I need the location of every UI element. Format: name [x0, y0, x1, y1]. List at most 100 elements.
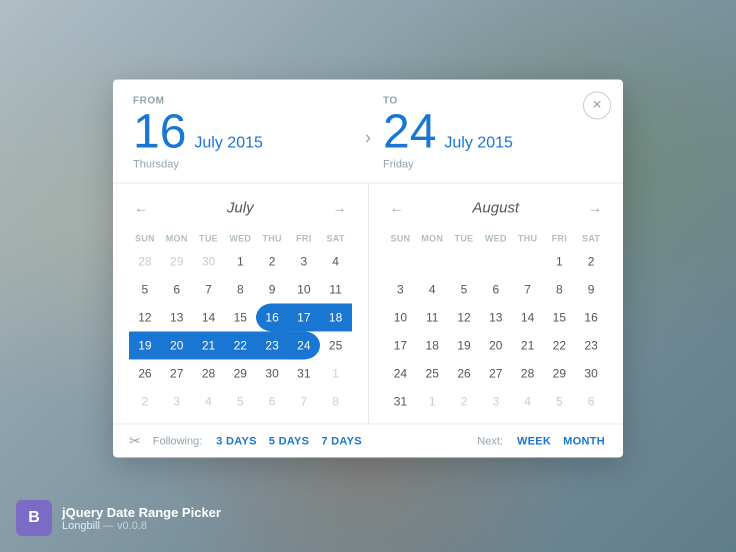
calendar-day[interactable]: 23 [575, 331, 607, 359]
calendar-day[interactable]: 3 [480, 387, 512, 415]
calendar-day[interactable]: 25 [416, 359, 448, 387]
calendar-day[interactable]: 27 [161, 359, 193, 387]
day-header: THU [512, 231, 544, 247]
calendar-day[interactable]: 12 [448, 303, 480, 331]
calendar-day[interactable]: 14 [193, 303, 225, 331]
calendar-day[interactable]: 4 [193, 387, 225, 415]
calendar-day[interactable]: 20 [480, 331, 512, 359]
calendar-day[interactable]: 28 [129, 247, 161, 275]
calendar-day[interactable]: 25 [320, 331, 352, 359]
calendar-day[interactable]: 11 [416, 303, 448, 331]
calendar-day[interactable] [512, 247, 544, 275]
calendar-day[interactable]: 1 [320, 359, 352, 387]
calendar-day[interactable]: 1 [543, 247, 575, 275]
calendar-day[interactable]: 11 [320, 275, 352, 303]
calendar-day[interactable] [416, 247, 448, 275]
july-next-button[interactable]: → [328, 195, 352, 219]
5days-button[interactable]: 5 DAYS [267, 435, 312, 447]
july-prev-button[interactable]: ← [129, 195, 153, 219]
day-header: FRI [288, 231, 320, 247]
calendar-day[interactable]: 13 [480, 303, 512, 331]
calendar-day[interactable]: 16 [575, 303, 607, 331]
week-button[interactable]: WEEK [515, 435, 553, 447]
calendar-day[interactable]: 20 [161, 331, 193, 359]
august-next-button[interactable]: → [583, 195, 607, 219]
calendar-day[interactable]: 21 [512, 331, 544, 359]
calendar-day[interactable]: 16 [256, 303, 288, 331]
calendar-day[interactable]: 23 [256, 331, 288, 359]
calendar-day[interactable]: 12 [129, 303, 161, 331]
calendar-day[interactable]: 5 [224, 387, 256, 415]
calendar-day[interactable]: 17 [288, 303, 320, 331]
calendar-day[interactable]: 15 [224, 303, 256, 331]
calendar-day[interactable]: 15 [543, 303, 575, 331]
calendar-day[interactable]: 8 [224, 275, 256, 303]
calendar-day[interactable]: 5 [448, 275, 480, 303]
calendar-day[interactable]: 30 [256, 359, 288, 387]
day-header: TUE [448, 231, 480, 247]
calendar-day[interactable]: 22 [224, 331, 256, 359]
calendar-day[interactable]: 6 [575, 387, 607, 415]
calendar-day[interactable]: 30 [193, 247, 225, 275]
calendar-day[interactable]: 9 [575, 275, 607, 303]
calendar-day[interactable]: 10 [385, 303, 417, 331]
calendar-day[interactable]: 21 [193, 331, 225, 359]
calendar-day[interactable]: 4 [512, 387, 544, 415]
calendar-day[interactable]: 6 [480, 275, 512, 303]
calendar-day[interactable] [480, 247, 512, 275]
calendar-day[interactable]: 24 [385, 359, 417, 387]
august-prev-button[interactable]: ← [385, 195, 409, 219]
month-button[interactable]: MONTH [561, 435, 607, 447]
calendar-day[interactable]: 18 [320, 303, 352, 331]
calendar-day[interactable]: 1 [224, 247, 256, 275]
day-header: MON [161, 231, 193, 247]
calendar-day[interactable]: 30 [575, 359, 607, 387]
calendar-day[interactable]: 8 [543, 275, 575, 303]
calendar-day[interactable]: 13 [161, 303, 193, 331]
calendar-day[interactable]: 3 [385, 275, 417, 303]
calendar-day[interactable]: 5 [129, 275, 161, 303]
calendar-day[interactable]: 28 [193, 359, 225, 387]
calendar-day[interactable]: 4 [320, 247, 352, 275]
calendar-day[interactable]: 10 [288, 275, 320, 303]
calendar-day[interactable]: 26 [129, 359, 161, 387]
calendar-day[interactable]: 3 [288, 247, 320, 275]
calendar-day[interactable]: 2 [129, 387, 161, 415]
calendar-day[interactable]: 26 [448, 359, 480, 387]
calendar-day[interactable]: 31 [385, 387, 417, 415]
calendar-day[interactable]: 3 [161, 387, 193, 415]
calendar-day[interactable]: 8 [320, 387, 352, 415]
calendar-day[interactable]: 17 [385, 331, 417, 359]
calendar-day[interactable]: 22 [543, 331, 575, 359]
calendar-day[interactable]: 2 [575, 247, 607, 275]
calendar-day[interactable]: 27 [480, 359, 512, 387]
calendar-day[interactable] [448, 247, 480, 275]
calendar-day[interactable]: 14 [512, 303, 544, 331]
calendars-container: ← July → SUNMONTUEWEDTHUFRISAT 282930123… [113, 183, 623, 423]
calendar-day[interactable]: 19 [448, 331, 480, 359]
calendar-day[interactable]: 29 [161, 247, 193, 275]
calendar-day[interactable]: 6 [161, 275, 193, 303]
calendar-day[interactable]: 28 [512, 359, 544, 387]
calendar-day[interactable]: 9 [256, 275, 288, 303]
calendar-day[interactable]: 31 [288, 359, 320, 387]
calendar-day[interactable]: 1 [416, 387, 448, 415]
3days-button[interactable]: 3 DAYS [214, 435, 259, 447]
calendar-day[interactable]: 7 [193, 275, 225, 303]
close-button[interactable]: × [583, 91, 611, 119]
7days-button[interactable]: 7 DAYS [319, 435, 364, 447]
calendar-day[interactable]: 7 [288, 387, 320, 415]
calendar-day[interactable] [385, 247, 417, 275]
calendar-day[interactable]: 29 [224, 359, 256, 387]
calendar-day[interactable]: 7 [512, 275, 544, 303]
calendar-day[interactable]: 29 [543, 359, 575, 387]
calendar-day[interactable]: 5 [543, 387, 575, 415]
calendar-day[interactable]: 4 [416, 275, 448, 303]
calendar-day[interactable]: 2 [448, 387, 480, 415]
calendar-day[interactable]: 18 [416, 331, 448, 359]
calendar-day[interactable]: 2 [256, 247, 288, 275]
day-header: WED [224, 231, 256, 247]
calendar-day[interactable]: 6 [256, 387, 288, 415]
calendar-day[interactable]: 19 [129, 331, 161, 359]
calendar-day[interactable]: 24 [288, 331, 320, 359]
